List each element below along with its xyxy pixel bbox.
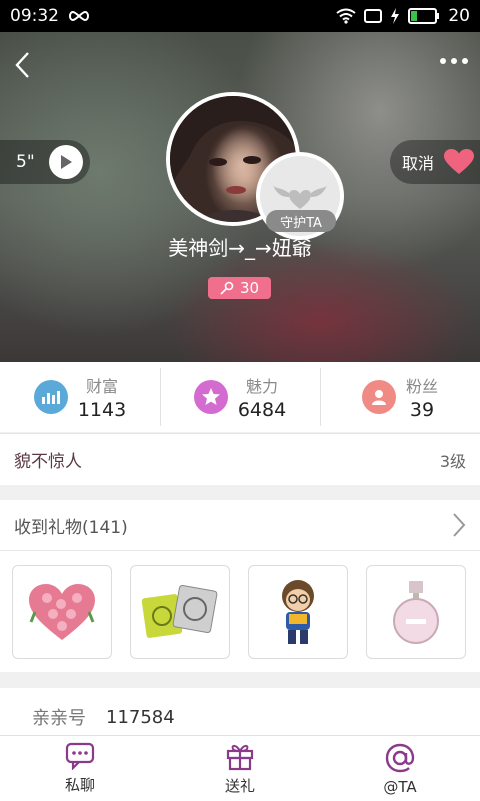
- charging-icon: [391, 8, 400, 24]
- mention-button[interactable]: @TA: [320, 736, 480, 801]
- send-gift-button[interactable]: 送礼: [160, 736, 320, 801]
- private-chat-button[interactable]: 私聊: [0, 736, 160, 801]
- at-icon: [385, 743, 415, 772]
- stat-label: 财富: [85, 377, 118, 396]
- unfollow-label: 取消: [402, 154, 435, 173]
- more-options-button[interactable]: [440, 58, 468, 64]
- stat-label: 粉丝: [405, 377, 438, 396]
- more-dot-icon: [440, 58, 446, 64]
- gift-item[interactable]: [366, 565, 466, 659]
- back-icon[interactable]: [12, 50, 34, 80]
- chevron-right-icon: [453, 513, 466, 537]
- infinity-icon: [69, 10, 89, 22]
- more-dot-icon: [462, 58, 468, 64]
- level-value: 3级: [439, 451, 466, 471]
- tab-label: @TA: [383, 777, 417, 796]
- more-dot-icon: [451, 58, 457, 64]
- level-title: 貌不惊人: [14, 452, 82, 472]
- gift-item[interactable]: [130, 565, 230, 659]
- tab-label: 私聊: [64, 776, 95, 794]
- winged-heart-icon: [273, 185, 327, 209]
- gift-item[interactable]: [12, 565, 112, 659]
- stat-wealth[interactable]: 财富 1143: [0, 362, 160, 432]
- voice-intro-button[interactable]: 5": [0, 140, 90, 184]
- profile-header: 5" 取消 守护TA 美神剑→_→妞爺 30: [0, 32, 480, 362]
- level-row: 貌不惊人 3级: [0, 433, 480, 485]
- chat-icon: [65, 742, 95, 770]
- stat-label: 魅力: [245, 377, 278, 396]
- play-icon: [48, 145, 83, 179]
- stat-charm[interactable]: 魅力 6484: [160, 362, 320, 432]
- fans-icon: [361, 380, 396, 414]
- unfollow-button[interactable]: 取消: [390, 140, 480, 184]
- heart-icon: [444, 149, 475, 174]
- gifts-section: 收到礼物(141): [0, 500, 480, 672]
- wifi-icon: [336, 8, 356, 24]
- gift-item[interactable]: [248, 565, 348, 659]
- star-icon: [193, 380, 228, 414]
- nickname: 美神剑→_→妞爺: [168, 236, 312, 260]
- level-badge-value: 30: [239, 279, 260, 297]
- tab-label: 送礼: [224, 777, 255, 795]
- gifts-title: 收到礼物(141): [14, 517, 128, 538]
- stat-value: 39: [409, 399, 435, 421]
- guard-label[interactable]: 守护TA: [266, 210, 336, 232]
- cartoon-boy-icon: [282, 580, 314, 644]
- status-bar: 09:32 20: [0, 0, 480, 32]
- level-badge: 30: [208, 277, 271, 299]
- condom-pack-icon: [141, 584, 218, 638]
- bottom-action-bar: 私聊 送礼 @TA: [0, 735, 480, 801]
- account-id-label: 亲亲号: [32, 708, 86, 729]
- status-time: 09:32: [10, 6, 59, 26]
- battery-icon: [408, 8, 440, 24]
- stats-bar: 财富 1143 魅力 6484 粉丝 39: [0, 362, 480, 432]
- account-id-value: 117584: [106, 706, 175, 728]
- stat-fans[interactable]: 粉丝 39: [320, 362, 480, 432]
- battery-level: 20: [448, 6, 470, 26]
- rose-heart-icon: [29, 584, 95, 640]
- bar-chart-icon: [33, 380, 68, 414]
- perfume-icon: [393, 581, 439, 644]
- key-icon: [220, 281, 234, 295]
- gift-icon: [226, 744, 254, 771]
- stat-value: 1143: [77, 399, 127, 421]
- gifts-header[interactable]: 收到礼物(141): [0, 500, 480, 551]
- voice-duration: 5": [16, 152, 35, 172]
- sim-icon: [364, 9, 383, 23]
- stat-value: 6484: [237, 399, 287, 421]
